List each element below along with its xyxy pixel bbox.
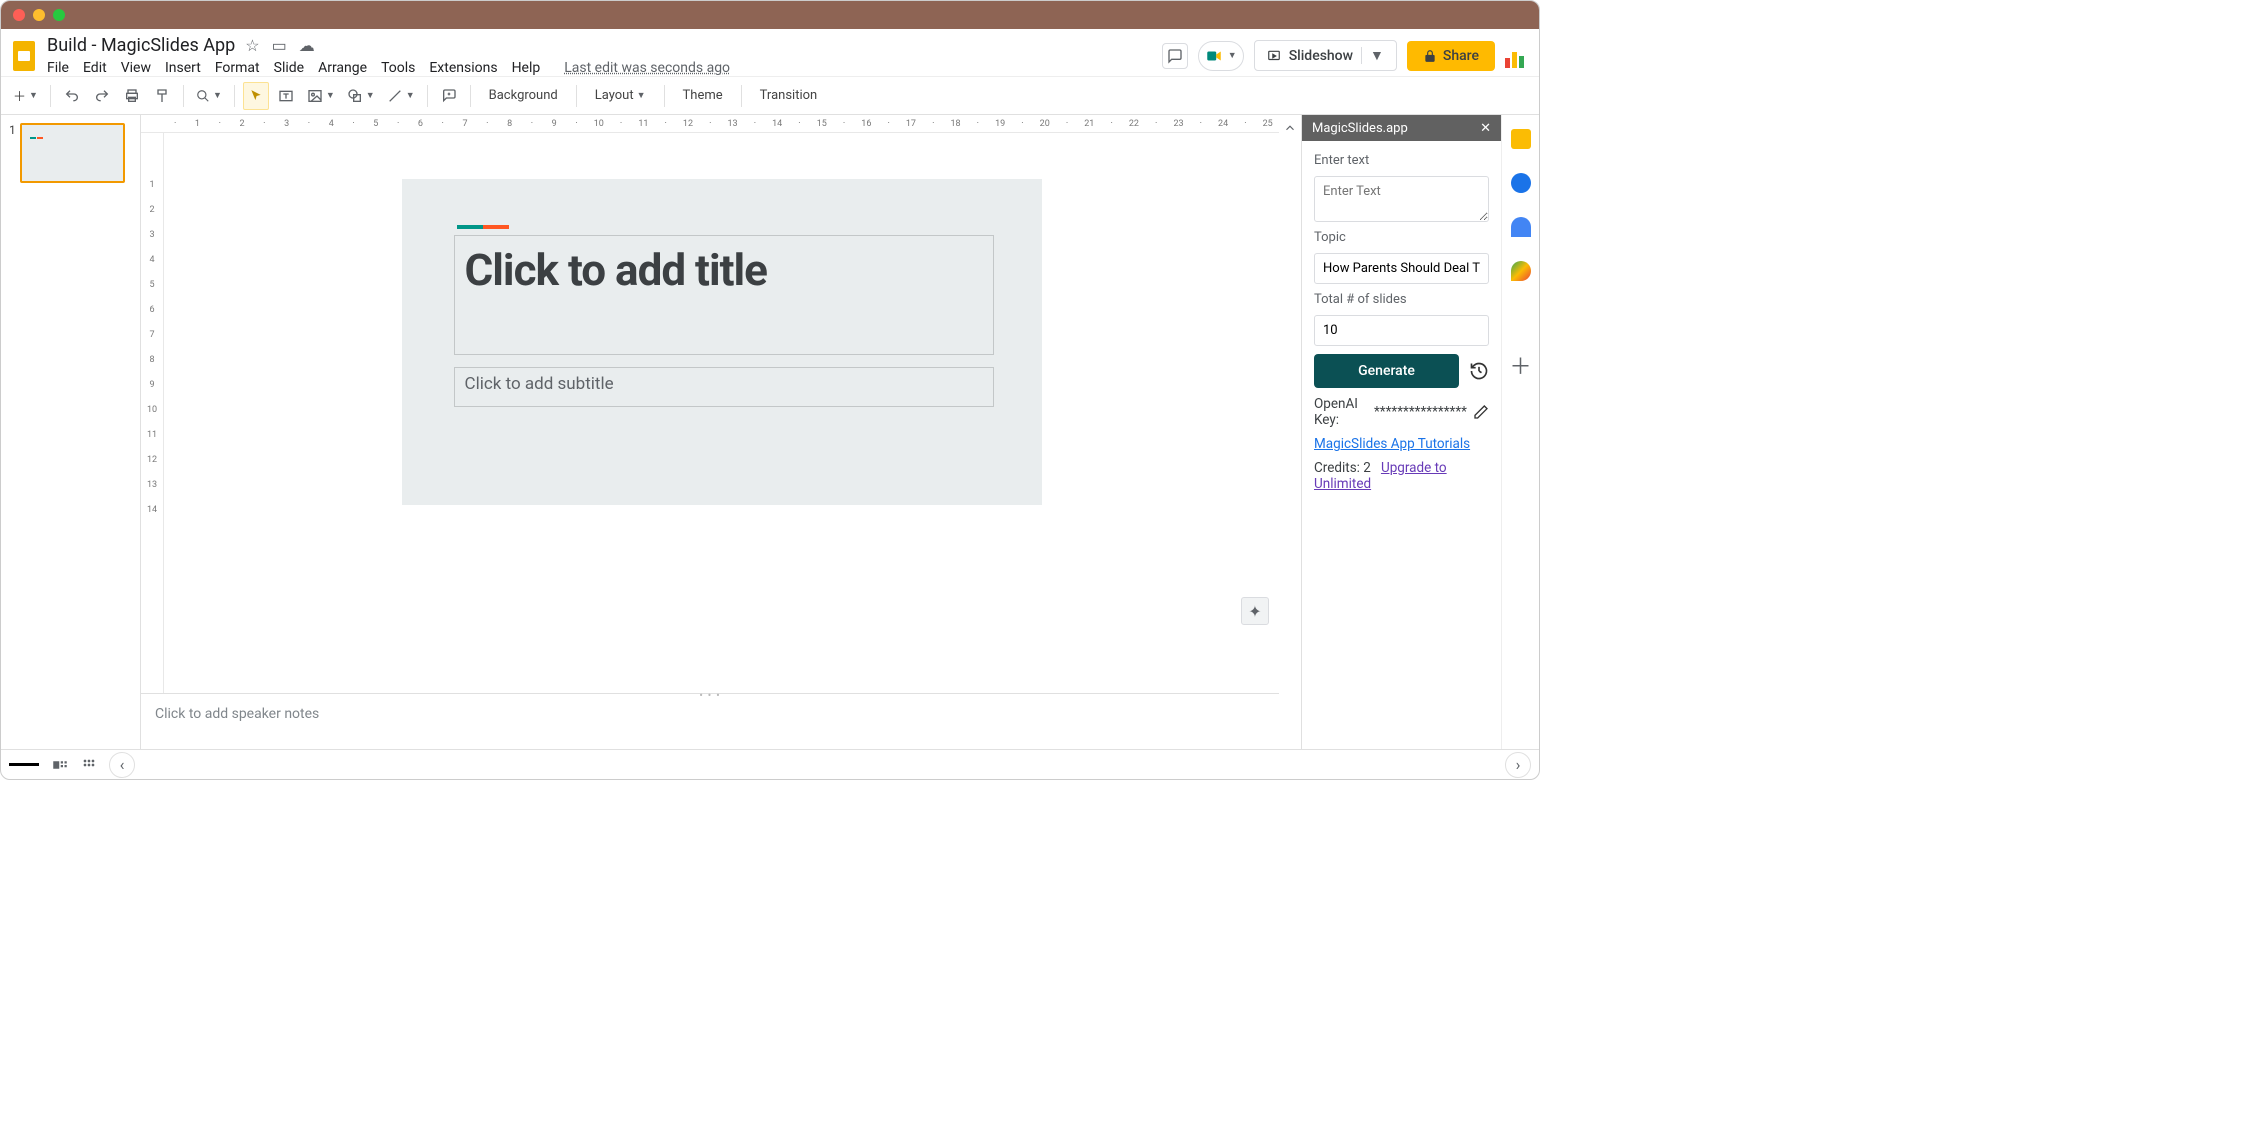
print-button[interactable] [119, 82, 145, 110]
shape-tool[interactable]: ▼ [343, 82, 379, 110]
mac-window-bar [1, 1, 1539, 29]
enter-text-input[interactable] [1314, 176, 1489, 222]
line-tool[interactable]: ▼ [383, 82, 419, 110]
credits-label: Credits: 2 [1314, 460, 1371, 476]
share-button[interactable]: Share [1407, 41, 1495, 71]
titlebar: Build - MagicSlides App ☆ ▭ ☁ File Edit … [1, 29, 1539, 76]
openai-key-mask: **************** [1374, 404, 1467, 420]
slide-stage[interactable]: Click to add title Click to add subtitle… [164, 133, 1279, 693]
mac-close-dot[interactable] [13, 9, 25, 21]
star-icon[interactable]: ☆ [245, 36, 259, 55]
history-icon[interactable] [1469, 361, 1489, 381]
topic-label: Topic [1314, 230, 1489, 245]
move-icon[interactable]: ▭ [272, 36, 287, 55]
redo-button[interactable] [89, 82, 115, 110]
mac-max-dot[interactable] [53, 9, 65, 21]
menu-view[interactable]: View [121, 60, 151, 76]
menu-file[interactable]: File [47, 60, 69, 76]
edit-key-icon[interactable] [1473, 404, 1489, 420]
slideshow-dropdown[interactable]: ▼ [1361, 47, 1384, 64]
menu-format[interactable]: Format [215, 60, 260, 76]
textbox-tool[interactable] [273, 82, 299, 110]
slides-count-input[interactable] [1314, 315, 1489, 346]
collapse-sidebar-button[interactable] [1279, 115, 1301, 749]
activity-dashboard-icon[interactable] [1505, 44, 1529, 68]
topic-input[interactable] [1314, 253, 1489, 284]
doc-title[interactable]: Build - MagicSlides App [47, 35, 235, 56]
slideshow-button[interactable]: Slideshow ▼ [1254, 40, 1397, 71]
select-tool[interactable] [243, 82, 269, 110]
theme-button[interactable]: Theme [673, 82, 733, 110]
addon-title: MagicSlides.app [1312, 121, 1408, 136]
toolbar: ＋▼ ▼ ▼ ▼ ▼ Background Layout▼ Theme Tran… [1, 76, 1539, 115]
contacts-icon[interactable] [1511, 217, 1531, 237]
tasks-icon[interactable] [1511, 173, 1531, 193]
meet-button[interactable]: ▼ [1198, 41, 1244, 71]
ruler-vertical: 1234567891011121314 [141, 133, 164, 693]
title-placeholder[interactable]: Click to add title [454, 235, 994, 355]
image-tool[interactable]: ▼ [303, 82, 339, 110]
maps-icon[interactable] [1511, 261, 1531, 281]
magicslides-sidebar: MagicSlides.app ✕ Enter text Topic Total… [1301, 115, 1501, 749]
menu-help[interactable]: Help [512, 60, 541, 76]
close-addon-icon[interactable]: ✕ [1480, 121, 1491, 136]
slides-count-label: Total # of slides [1314, 292, 1489, 307]
slide-thumbnails: 1 [1, 115, 141, 749]
thumb-number: 1 [9, 123, 16, 183]
add-companion-icon[interactable]: ＋ [1509, 349, 1531, 381]
openai-key-label: OpenAI Key: [1314, 396, 1368, 428]
subtitle-placeholder[interactable]: Click to add subtitle [454, 367, 994, 407]
slide-canvas[interactable]: Click to add title Click to add subtitle [402, 145, 1042, 505]
menu-insert[interactable]: Insert [165, 60, 201, 76]
footer: ‹ › [1, 749, 1539, 779]
slides-logo-icon [11, 39, 37, 73]
transition-button[interactable]: Transition [750, 82, 828, 110]
slideshow-label: Slideshow [1289, 48, 1353, 64]
chevron-down-icon: ▼ [1228, 50, 1237, 61]
background-button[interactable]: Background [479, 82, 568, 110]
slide-thumbnail-1[interactable] [20, 123, 125, 183]
comments-icon[interactable] [1162, 43, 1188, 69]
speaker-notes-placeholder: Click to add speaker notes [155, 706, 319, 722]
layout-button[interactable]: Layout▼ [585, 82, 656, 110]
menu-bar: File Edit View Insert Format Slide Arran… [47, 56, 730, 76]
ruler-horizontal: ·1·2·3·4·5·6·7·8·9·10·11·12·13·14·15·16·… [141, 115, 1279, 133]
resize-handle-icon[interactable]: • • • [699, 689, 721, 702]
menu-arrange[interactable]: Arrange [318, 60, 367, 76]
expand-companion-button[interactable]: › [1505, 752, 1531, 778]
accent-bar [457, 225, 509, 229]
paint-format-button[interactable] [149, 82, 175, 110]
undo-button[interactable] [59, 82, 85, 110]
keep-icon[interactable] [1511, 129, 1531, 149]
companion-bar: ＋ [1501, 115, 1539, 749]
comment-tool[interactable] [436, 82, 462, 110]
menu-tools[interactable]: Tools [381, 60, 415, 76]
menu-edit[interactable]: Edit [83, 60, 107, 76]
last-edit-link[interactable]: Last edit was seconds ago [564, 60, 730, 76]
menu-extensions[interactable]: Extensions [429, 60, 497, 76]
grid-view-icon[interactable] [81, 757, 97, 773]
cloud-status-icon[interactable]: ☁ [299, 36, 315, 55]
enter-text-label: Enter text [1314, 153, 1489, 168]
zoom-button[interactable]: ▼ [192, 82, 226, 110]
new-slide-button[interactable]: ＋▼ [9, 82, 42, 110]
share-label: Share [1443, 48, 1479, 64]
explore-button[interactable]: ✦ [1241, 597, 1269, 625]
menu-slide[interactable]: Slide [274, 60, 304, 76]
filmstrip-view-icon[interactable] [51, 756, 69, 774]
mac-min-dot[interactable] [33, 9, 45, 21]
tutorials-link[interactable]: MagicSlides App Tutorials [1314, 436, 1489, 452]
collapse-thumbs-button[interactable]: ‹ [109, 752, 135, 778]
generate-button[interactable]: Generate [1314, 354, 1459, 388]
speaker-notes[interactable]: • • • Click to add speaker notes [141, 693, 1279, 749]
